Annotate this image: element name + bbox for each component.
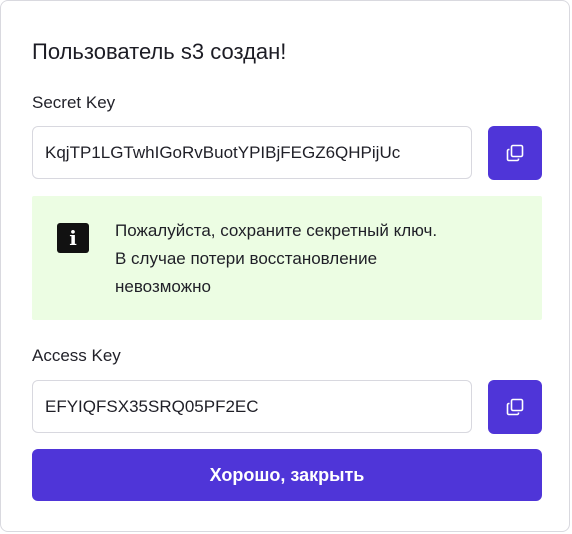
confirm-close-button[interactable]: Хорошо, закрыть <box>32 449 542 501</box>
copy-icon <box>506 144 524 162</box>
info-icon: i <box>57 223 89 253</box>
copy-access-key-button[interactable] <box>488 380 542 434</box>
dialog-title: Пользователь s3 создан! <box>32 39 287 64</box>
secret-key-field[interactable] <box>32 126 472 179</box>
save-key-notice: i Пожалуйста, сохраните секретный ключ. … <box>32 196 542 320</box>
notice-line: В случае потери восстановление <box>115 249 378 268</box>
notice-text: Пожалуйста, сохраните секретный ключ. В … <box>115 217 525 301</box>
access-key-field[interactable] <box>32 380 472 433</box>
notice-line: Пожалуйста, сохраните секретный ключ. <box>115 221 438 240</box>
access-key-label: Access Key <box>32 346 121 365</box>
notice-line: невозможно <box>115 277 211 296</box>
copy-icon <box>506 398 524 416</box>
copy-secret-key-button[interactable] <box>488 126 542 180</box>
secret-key-label: Secret Key <box>32 93 116 112</box>
user-created-dialog: Пользователь s3 создан! Secret Key i Пож… <box>0 0 570 532</box>
